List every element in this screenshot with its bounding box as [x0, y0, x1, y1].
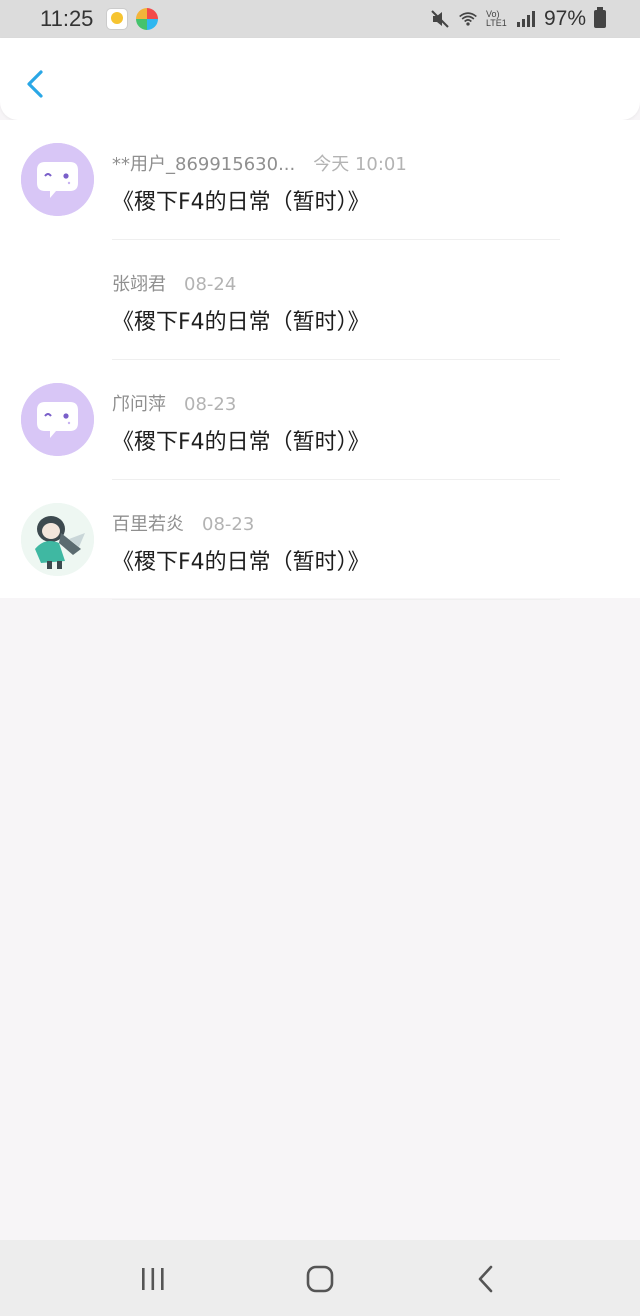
wifi-icon	[459, 12, 477, 26]
notification-app-icon-2	[136, 8, 158, 30]
avatar[interactable]	[21, 383, 94, 456]
mute-icon	[431, 10, 449, 28]
character-avatar-icon	[21, 503, 94, 576]
signal-icon	[516, 11, 535, 27]
battery-icon	[594, 7, 606, 28]
username[interactable]: 邝问萍	[112, 390, 166, 416]
comment-text[interactable]: 《稷下F4的日常（暂时）》	[112, 304, 370, 336]
status-bar: 11:25 Vo) LTE1 97%	[0, 0, 640, 38]
timestamp: 08-24	[184, 274, 237, 295]
timestamp: 08-23	[202, 514, 255, 535]
timestamp: 08-23	[184, 394, 237, 415]
username[interactable]: **用户_869915630...	[112, 150, 295, 176]
comment-text[interactable]: 《稷下F4的日常（暂时）》	[112, 184, 370, 216]
username[interactable]: 张翊君	[112, 270, 166, 296]
comment-meta: 张翊君 08-24	[112, 270, 236, 296]
emoji-face-icon	[21, 383, 94, 456]
list-item[interactable]: 百里若炎 08-23 《稷下F4的日常（暂时）》	[0, 480, 640, 600]
list-item[interactable]: 张翊君 08-24 《稷下F4的日常（暂时）》	[0, 240, 640, 360]
comment-text[interactable]: 《稷下F4的日常（暂时）》	[112, 544, 370, 576]
back-button[interactable]	[20, 64, 50, 104]
comment-meta: 邝问萍 08-23	[112, 390, 236, 416]
battery-percent: 97%	[543, 7, 586, 30]
back-icon[interactable]	[470, 1262, 504, 1296]
list-item[interactable]: **用户_869915630... 今天 10:01 《稷下F4的日常（暂时）》	[0, 120, 640, 240]
comment-meta: **用户_869915630... 今天 10:01	[112, 150, 407, 176]
recent-apps-icon[interactable]	[136, 1262, 170, 1296]
notification-app-icon	[106, 8, 128, 30]
status-indicators: Vo) LTE1 97%	[430, 6, 606, 32]
timestamp: 今天 10:01	[313, 154, 407, 175]
list-item[interactable]: 邝问萍 08-23 《稷下F4的日常（暂时）》	[0, 360, 640, 480]
username[interactable]: 百里若炎	[112, 510, 184, 536]
comment-meta: 百里若炎 08-23	[112, 510, 254, 536]
header-bar	[0, 38, 640, 120]
comment-text[interactable]: 《稷下F4的日常（暂时）》	[112, 424, 370, 456]
system-nav-bar	[0, 1240, 640, 1316]
comment-list: **用户_869915630... 今天 10:01 《稷下F4的日常（暂时）》…	[0, 120, 640, 600]
divider	[112, 599, 560, 600]
avatar[interactable]	[21, 143, 94, 216]
home-icon[interactable]	[303, 1262, 337, 1296]
avatar[interactable]	[21, 503, 94, 576]
emoji-face-icon	[21, 143, 94, 216]
status-time: 11:25	[40, 6, 94, 31]
lte-label: Vo) LTE1	[485, 9, 507, 28]
